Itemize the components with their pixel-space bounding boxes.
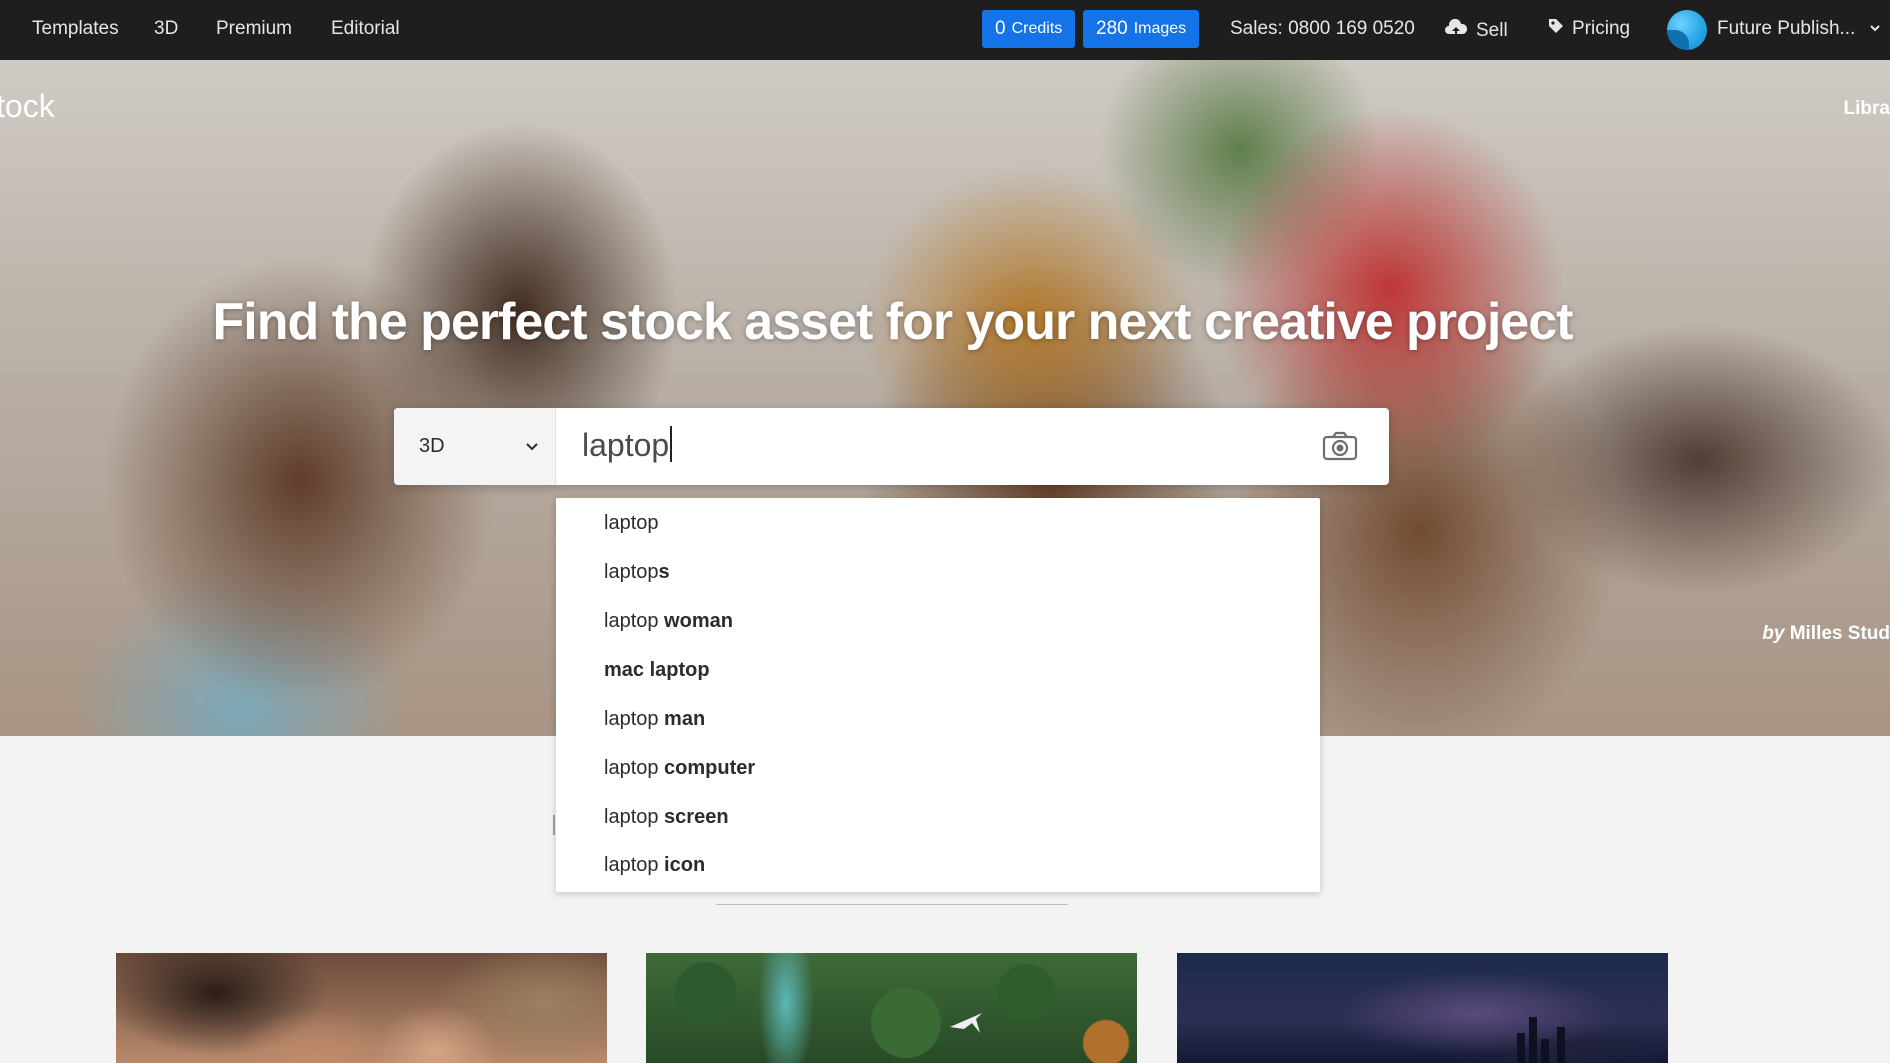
suggestion-suffix: screen — [658, 806, 729, 828]
text-caret — [670, 426, 673, 462]
sell-label: Sell — [1476, 20, 1508, 41]
pricing-link[interactable]: Pricing — [1548, 18, 1630, 40]
suggestion-prefix: laptop — [604, 854, 659, 876]
suggestion-item[interactable]: laptop — [604, 512, 659, 535]
suggestion-suffix: icon — [658, 854, 706, 876]
images-button[interactable]: 280 Images — [1083, 10, 1200, 48]
hero-headline: Find the perfect stock asset for your ne… — [212, 293, 1574, 351]
search-bar: 3D laptop — [394, 408, 1389, 485]
asset-type-select[interactable]: 3D — [394, 408, 556, 485]
chevron-down-icon — [525, 434, 539, 464]
thumbnail-image[interactable] — [116, 953, 607, 1063]
tag-icon — [1548, 18, 1564, 40]
suggestion-suffix: man — [658, 708, 706, 730]
account-name: Future Publish... — [1717, 18, 1856, 39]
search-query: laptop — [582, 427, 670, 463]
asset-type-value: 3D — [419, 435, 445, 457]
suggestion-suffix: mac laptop — [604, 659, 710, 681]
chevron-down-icon — [1869, 18, 1881, 44]
suggestion-item[interactable]: laptops — [604, 561, 670, 584]
libraries-link[interactable]: Libra — [1844, 98, 1890, 120]
account-menu[interactable]: Future Publish... — [1717, 18, 1881, 44]
section-marker — [553, 815, 555, 835]
sell-link[interactable]: Sell — [1444, 18, 1508, 44]
suggestion-prefix: laptop — [604, 708, 659, 730]
thumbnail-image[interactable] — [1177, 953, 1668, 1063]
credits-button[interactable]: 0 Credits — [982, 10, 1076, 48]
suggestion-item[interactable]: laptop icon — [604, 854, 705, 877]
credit-name[interactable]: Milles Stud — [1790, 623, 1890, 644]
suggestion-suffix: s — [658, 561, 670, 583]
top-bar: Templates 3D Premium Editorial 0 Credits… — [0, 0, 1890, 60]
suggestion-item[interactable]: mac laptop — [604, 659, 710, 682]
suggestion-prefix: laptop — [604, 610, 659, 632]
search-suggestions: laptop laptops laptop woman mac laptop l… — [556, 498, 1320, 892]
avatar[interactable] — [1667, 10, 1707, 50]
suggestion-item[interactable]: laptop computer — [604, 757, 755, 780]
camera-icon[interactable] — [1322, 430, 1358, 467]
suggestion-suffix: computer — [658, 757, 756, 779]
sales-phone: Sales: 0800 169 0520 — [1230, 18, 1415, 39]
suggestion-prefix: laptop — [604, 806, 659, 828]
nav-premium[interactable]: Premium — [216, 18, 292, 40]
cloud-upload-icon — [1444, 18, 1468, 44]
suggestion-item[interactable]: laptop man — [604, 708, 705, 731]
search-input[interactable]: laptop — [582, 426, 673, 464]
suggestion-item[interactable]: laptop woman — [604, 610, 733, 633]
suggestion-prefix: laptop — [604, 512, 659, 534]
nav-templates[interactable]: Templates — [32, 18, 119, 40]
pricing-label: Pricing — [1572, 18, 1631, 39]
images-label: Images — [1133, 20, 1187, 37]
nav-editorial[interactable]: Editorial — [331, 18, 400, 40]
suggestion-suffix: woman — [658, 610, 733, 632]
photo-credit: by Milles Stud — [1762, 623, 1890, 645]
images-count: 280 — [1096, 18, 1128, 39]
suggestion-prefix: laptop — [604, 757, 659, 779]
credits-label: Credits — [1011, 20, 1063, 37]
thumbnail-image[interactable] — [646, 953, 1137, 1063]
section-divider — [716, 904, 1068, 905]
suggestion-prefix: laptop — [604, 561, 659, 583]
suggestion-item[interactable]: laptop screen — [604, 806, 729, 829]
brand-logo[interactable]: tock — [0, 88, 55, 125]
credits-count: 0 — [995, 18, 1006, 39]
credit-by: by — [1762, 623, 1785, 644]
nav-3d[interactable]: 3D — [154, 18, 178, 40]
